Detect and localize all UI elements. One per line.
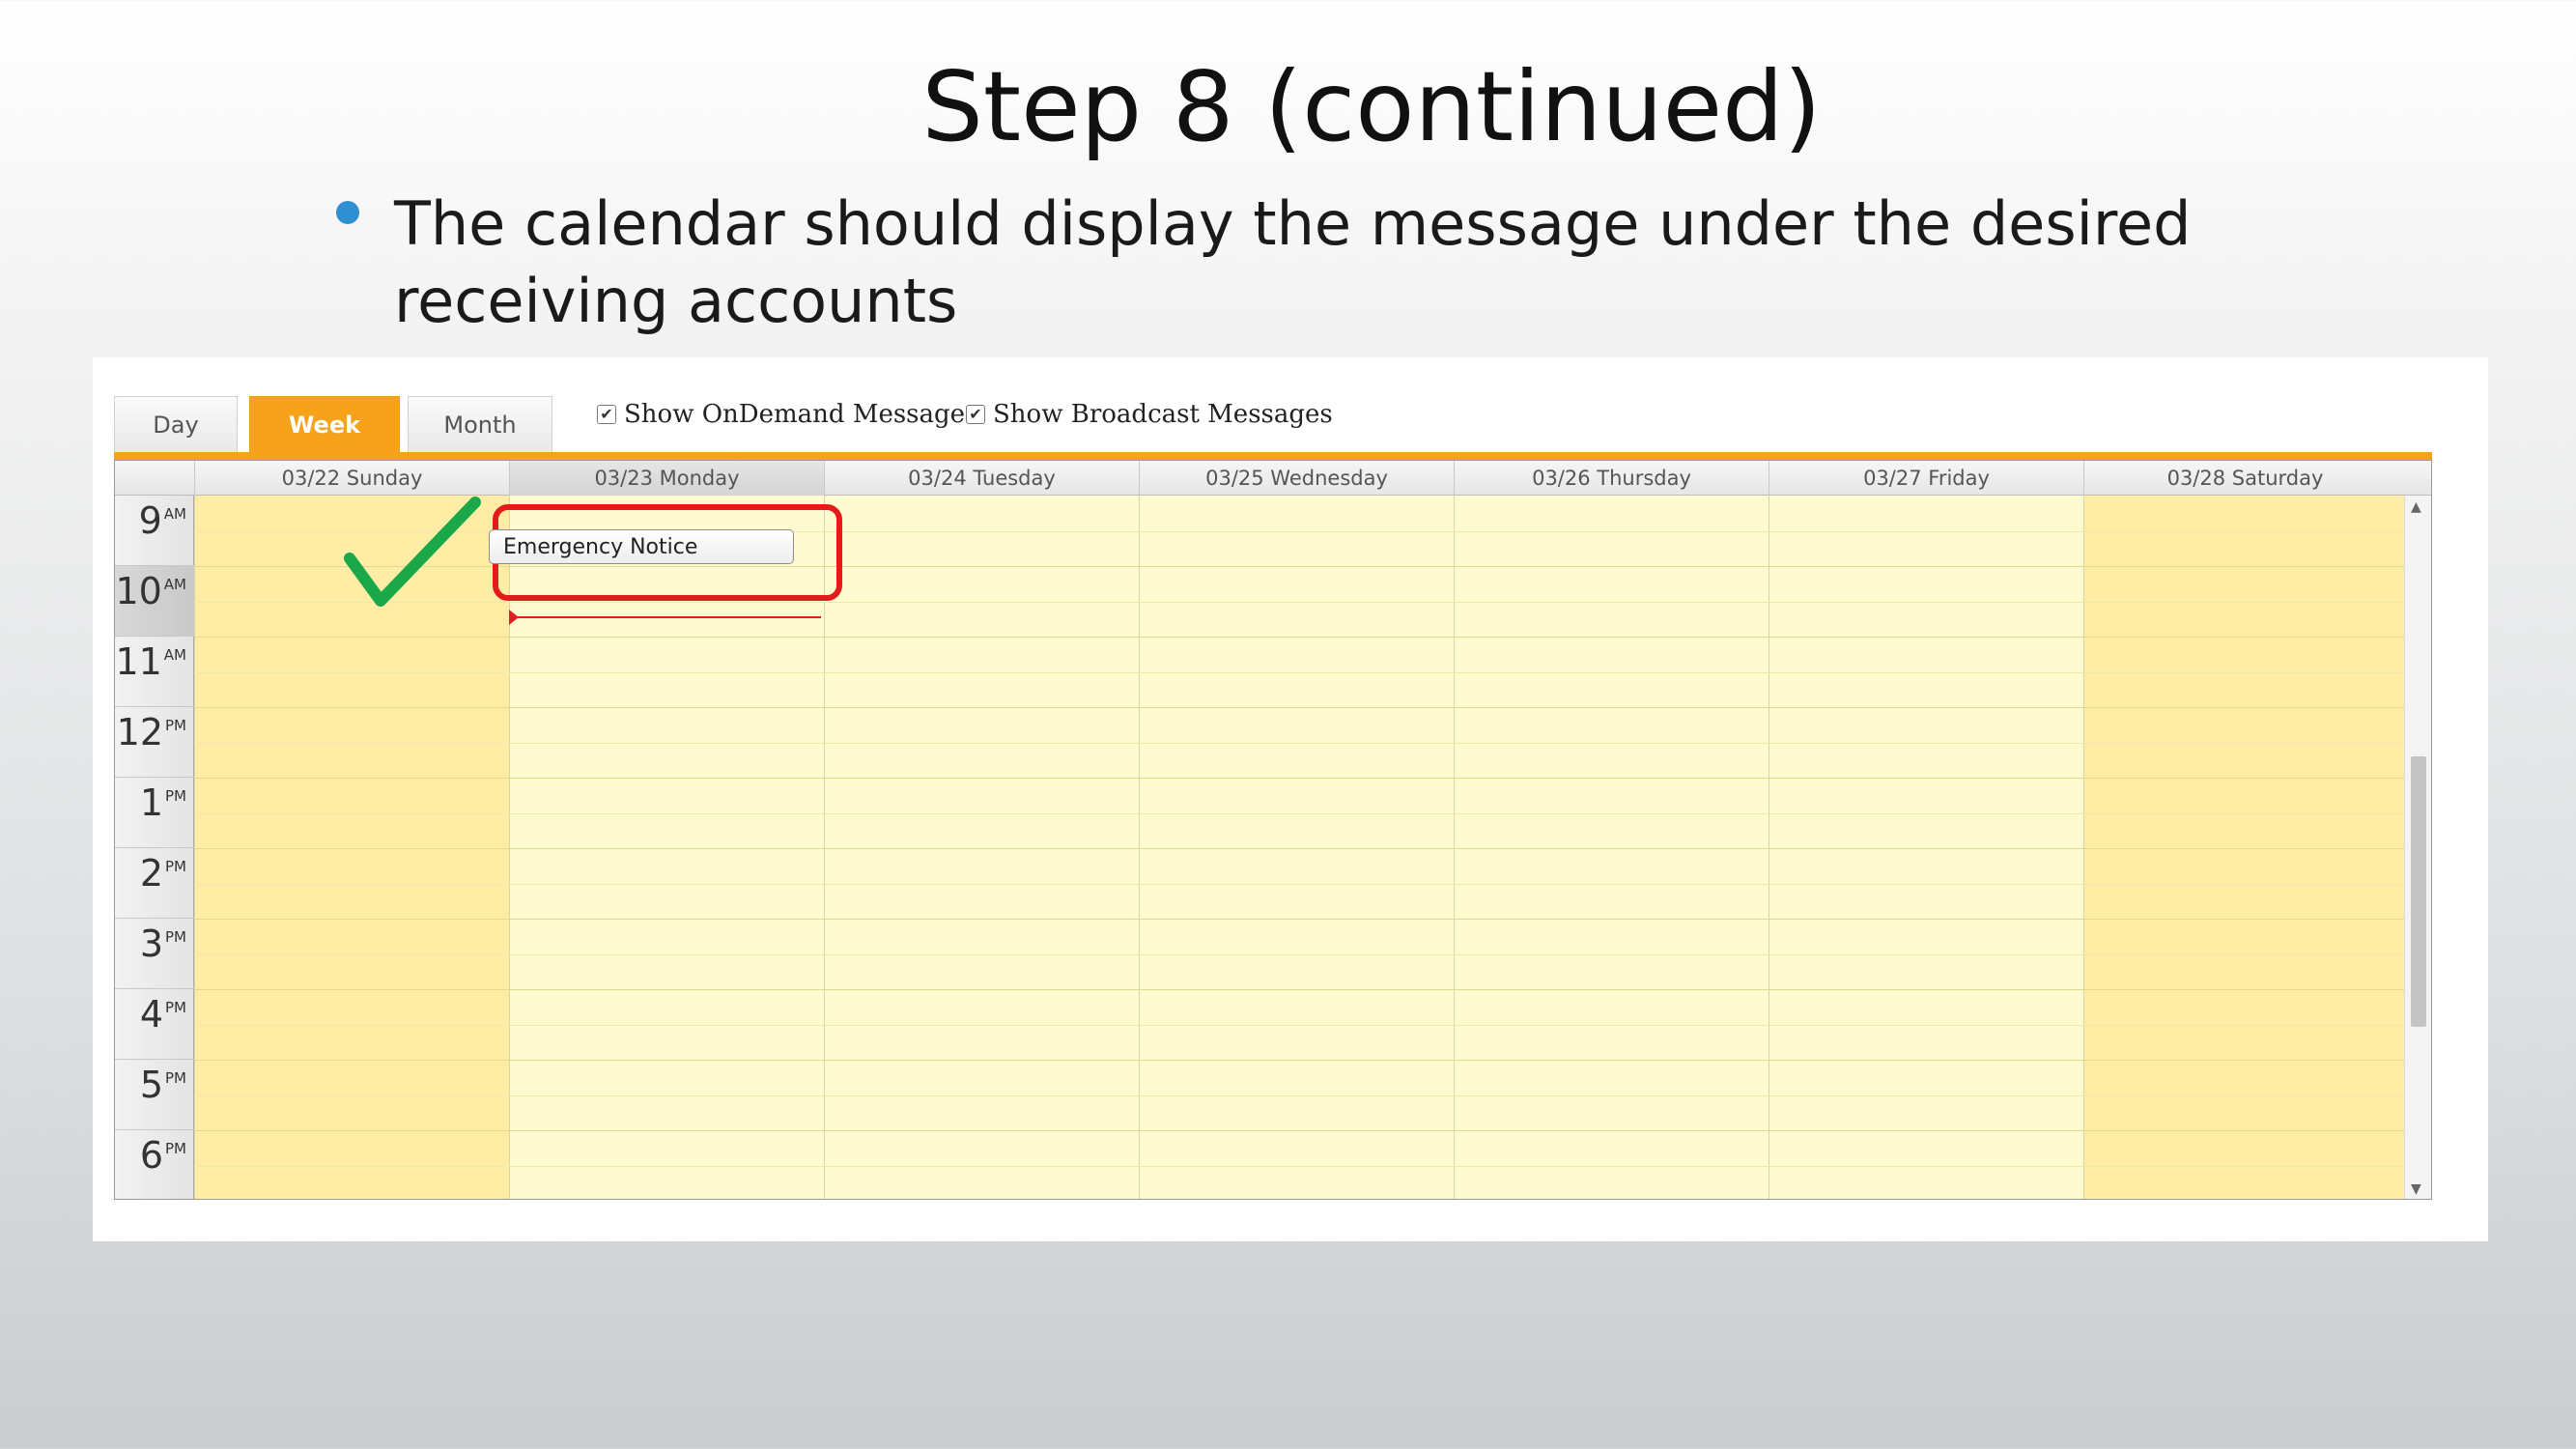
day-header-row: 03/22 Sunday 03/23 Monday 03/24 Tuesday … xyxy=(115,461,2431,496)
slide-title: Step 8 (continued) xyxy=(921,50,1822,163)
checkbox-checked-icon[interactable]: ✔ xyxy=(597,405,616,424)
tab-day[interactable]: Day xyxy=(114,396,238,452)
day-header[interactable]: 03/26 Thursday xyxy=(1454,461,1769,496)
scroll-up-arrow-icon[interactable]: ▲ xyxy=(2411,499,2421,515)
hour-label: 9 AM xyxy=(115,496,194,566)
grid-line xyxy=(194,919,2406,920)
grid-line xyxy=(194,707,2406,708)
grid-line xyxy=(194,671,2406,673)
check-mark-icon xyxy=(344,497,481,607)
scroll-thumb[interactable] xyxy=(2411,756,2426,1027)
broadcast-filter[interactable]: ✔ Show Broadcast Messages xyxy=(966,400,1333,429)
grid-line xyxy=(194,1060,2406,1061)
grid-line xyxy=(194,1165,2406,1167)
bullet-icon xyxy=(336,201,359,224)
tab-underline xyxy=(114,452,2432,460)
bullet-text: The calendar should display the message … xyxy=(394,188,2192,336)
tab-week[interactable]: Week xyxy=(249,396,400,452)
grid-line xyxy=(194,812,2406,814)
day-header[interactable]: 03/24 Tuesday xyxy=(824,461,1139,496)
current-time-line xyxy=(510,616,821,618)
ondemand-label: Show OnDemand Messages xyxy=(624,400,978,429)
vertical-scrollbar[interactable]: ▲ ▼ xyxy=(2404,496,2431,1199)
grid-line xyxy=(194,989,2406,990)
broadcast-label: Show Broadcast Messages xyxy=(993,400,1333,429)
grid-line xyxy=(194,1094,2406,1096)
grid-line xyxy=(194,742,2406,744)
day-header[interactable]: 03/28 Saturday xyxy=(2083,461,2406,496)
day-header[interactable]: 03/23 Monday xyxy=(509,461,824,496)
day-header[interactable]: 03/27 Friday xyxy=(1769,461,2083,496)
checkbox-checked-icon[interactable]: ✔ xyxy=(966,405,985,424)
grid-line xyxy=(194,848,2406,849)
grid-line xyxy=(194,637,2406,638)
hour-label: 3 PM xyxy=(115,919,194,989)
grid-line xyxy=(194,778,2406,779)
day-header[interactable]: 03/25 Wednesday xyxy=(1139,461,1454,496)
hour-label: 1 PM xyxy=(115,778,194,848)
scroll-down-arrow-icon[interactable]: ▼ xyxy=(2411,1181,2421,1197)
hour-label: 2 PM xyxy=(115,848,194,919)
event-emergency-notice[interactable]: Emergency Notice xyxy=(489,529,794,564)
grid-line xyxy=(194,953,2406,955)
grid-line xyxy=(194,1130,2406,1131)
day-header[interactable]: 03/22 Sunday xyxy=(194,461,509,496)
hour-label: 4 PM xyxy=(115,989,194,1060)
grid-line xyxy=(194,883,2406,885)
ondemand-filter[interactable]: ✔ Show OnDemand Messages xyxy=(597,400,977,429)
grid-line xyxy=(194,1024,2406,1026)
hour-label: 12 PM xyxy=(115,707,194,778)
hour-label: 11 AM xyxy=(115,637,194,707)
hour-label: 5 PM xyxy=(115,1060,194,1130)
hour-label: 6 PM xyxy=(115,1130,194,1199)
tab-month[interactable]: Month xyxy=(408,396,552,452)
hour-label: 10 AM xyxy=(115,566,194,637)
grid-line xyxy=(194,601,2406,603)
time-column: 9 AM 10 AM 11 AM 12 PM 1 PM 2 PM 3 PM 4 PM 5 PM 6… xyxy=(115,496,194,1199)
calendar-panel: Day Week Month ✔ Show OnDemand Messages … xyxy=(93,357,2488,1241)
